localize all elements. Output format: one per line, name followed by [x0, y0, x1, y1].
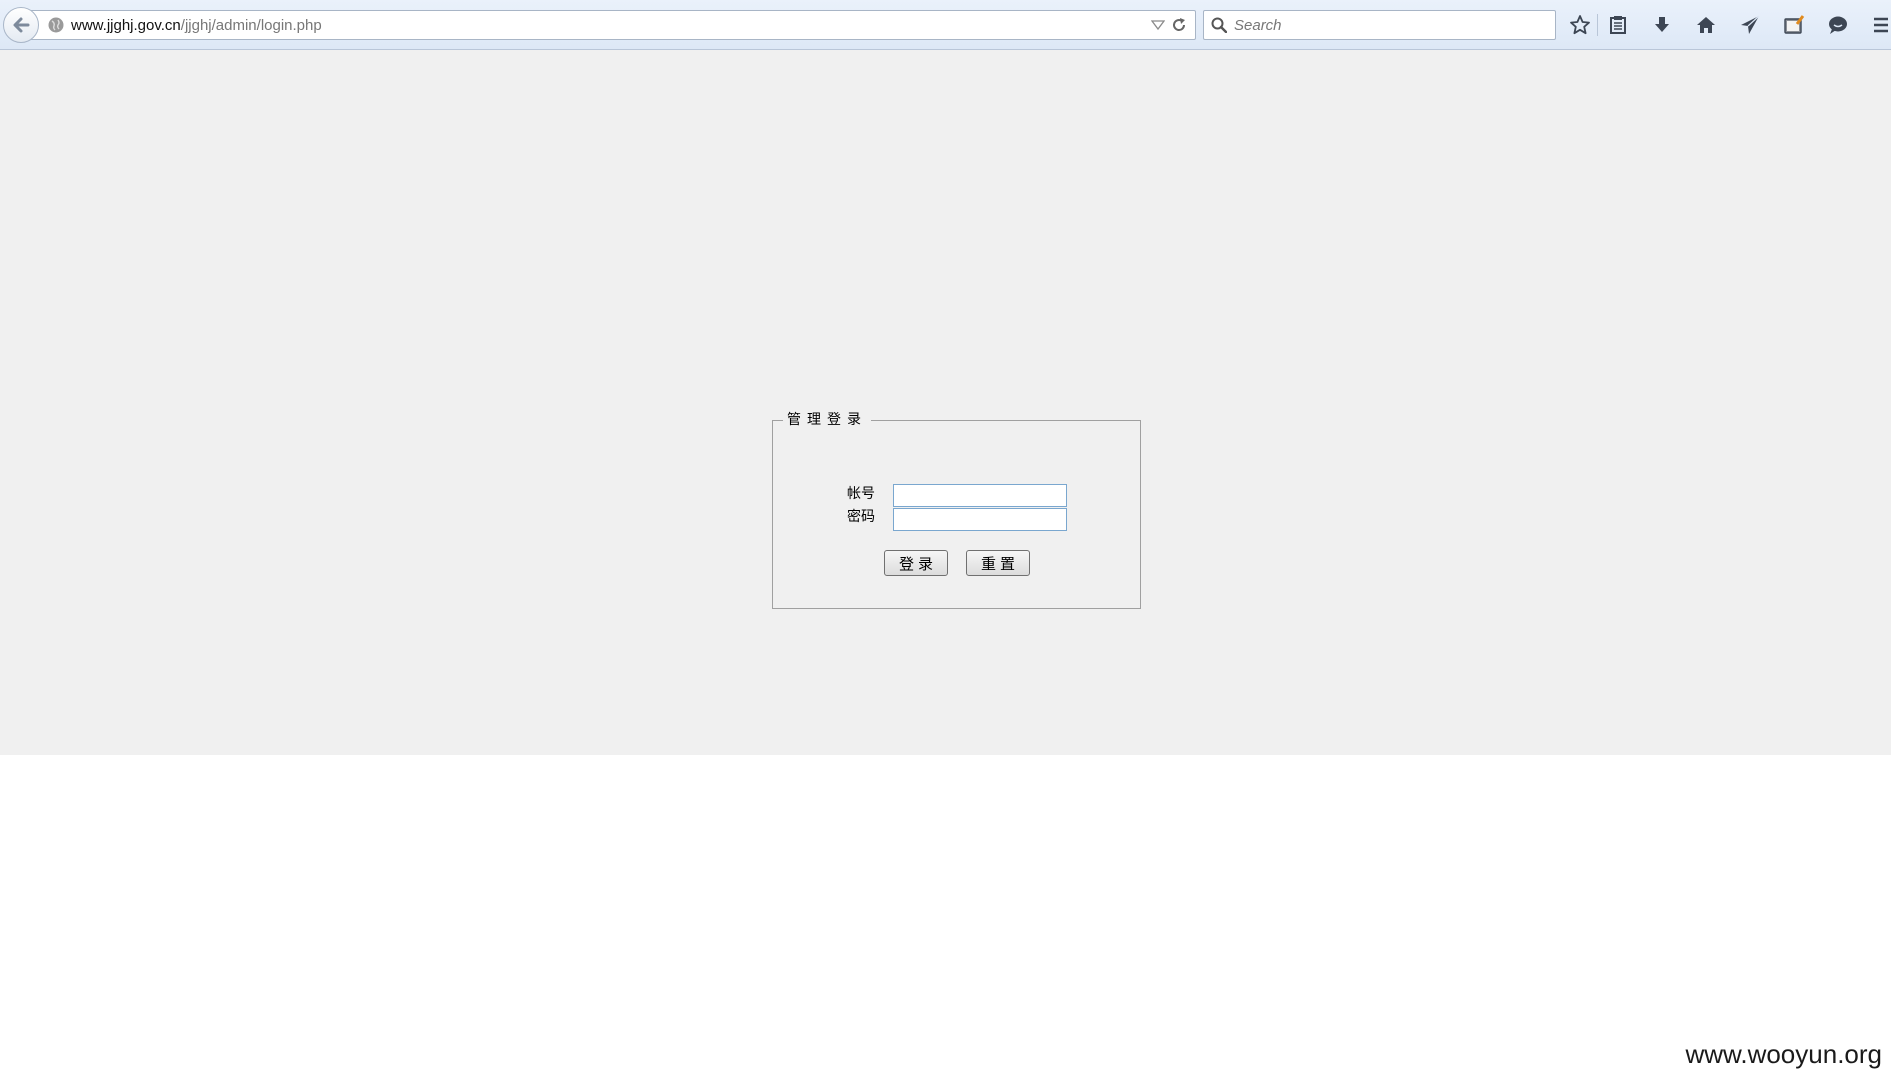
search-icon — [1211, 17, 1227, 33]
reset-button[interactable]: 重置 — [966, 550, 1030, 576]
send-icon — [1741, 15, 1760, 34]
download-button[interactable] — [1650, 13, 1674, 37]
page-content-area — [0, 50, 1891, 755]
login-button[interactable]: 登录 — [884, 550, 948, 576]
menu-icon — [1874, 17, 1888, 33]
url-path: /jjghj/admin/login.php — [180, 17, 322, 34]
url-bar[interactable]: www.jjghj.gov.cn/jjghj/admin/login.php — [28, 10, 1196, 40]
login-fieldset: 管理登录 帐号 密码 登录 重置 — [772, 410, 1141, 609]
password-label: 密码 — [847, 509, 875, 525]
search-bar[interactable]: Search — [1203, 10, 1556, 40]
password-input[interactable] — [893, 508, 1067, 531]
watermark-text: www.wooyun.org — [1685, 1039, 1882, 1069]
search-placeholder: Search — [1234, 17, 1282, 34]
account-input[interactable] — [893, 484, 1067, 507]
home-button[interactable] — [1694, 13, 1718, 37]
screenshot-icon — [1784, 15, 1805, 34]
back-arrow-icon — [13, 17, 30, 33]
menu-button[interactable] — [1868, 13, 1888, 37]
send-button[interactable] — [1738, 13, 1762, 37]
toolbar-separator — [1597, 14, 1598, 36]
star-icon — [1570, 15, 1590, 35]
reading-list-button[interactable] — [1606, 13, 1630, 37]
dropdown-triangle-icon[interactable] — [1151, 19, 1165, 31]
screenshot-button[interactable] — [1782, 13, 1806, 37]
download-icon — [1655, 17, 1669, 32]
reload-icon[interactable] — [1171, 17, 1187, 33]
back-button[interactable] — [3, 7, 39, 43]
url-host: www.jjghj.gov.cn — [71, 17, 181, 34]
login-legend: 管理登录 — [783, 410, 871, 430]
url-text[interactable]: www.jjghj.gov.cn/jjghj/admin/login.php — [71, 17, 322, 34]
home-icon — [1697, 17, 1715, 33]
reading-list-icon — [1610, 16, 1626, 34]
bookmark-star-button[interactable] — [1568, 13, 1592, 37]
browser-toolbar: www.jjghj.gov.cn/jjghj/admin/login.php S… — [0, 0, 1891, 50]
globe-icon — [48, 17, 64, 33]
chat-button[interactable] — [1826, 13, 1850, 37]
account-label: 帐号 — [847, 486, 875, 502]
chat-icon — [1829, 16, 1847, 34]
